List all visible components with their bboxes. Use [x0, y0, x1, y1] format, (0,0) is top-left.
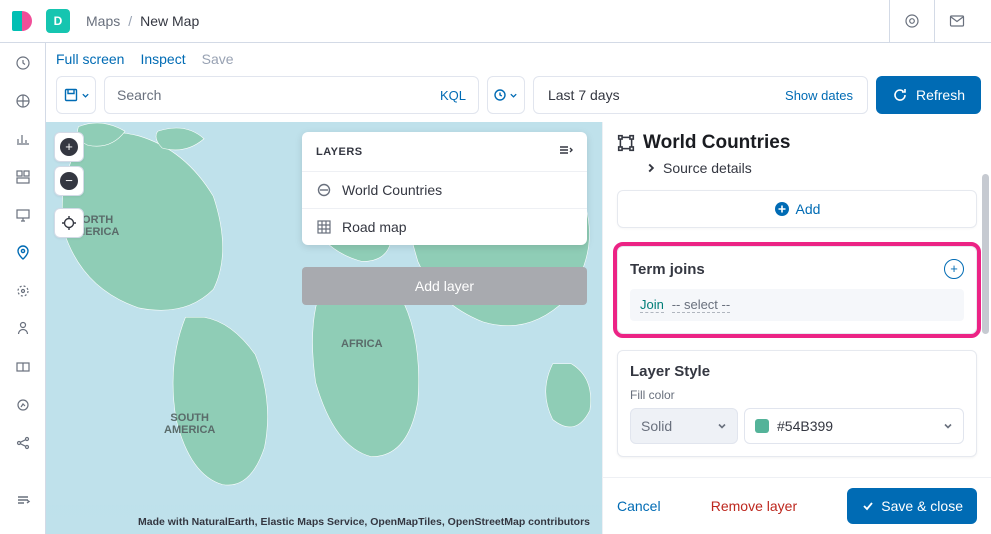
scrollbar-thumb[interactable] — [982, 174, 989, 334]
fit-bounds-button[interactable] — [54, 208, 84, 238]
nav-collapse-icon[interactable] — [13, 490, 33, 510]
breadcrumb-current: New Map — [140, 13, 199, 29]
grid-icon — [316, 219, 332, 235]
map-label-africa: AFRICA — [341, 338, 383, 350]
query-bar: Search KQL Last 7 days Show dates Refres… — [46, 76, 991, 122]
search-input[interactable]: Search KQL — [104, 76, 479, 114]
breadcrumb-root[interactable]: Maps — [86, 13, 120, 29]
search-placeholder: Search — [117, 87, 161, 103]
nav-dashboard-icon[interactable] — [13, 167, 33, 187]
save-and-close-button[interactable]: Save & close — [847, 488, 977, 524]
add-layer-button[interactable]: Add layer — [302, 267, 587, 305]
add-tooltip-field-button[interactable]: Add — [617, 190, 977, 228]
time-quick-button[interactable] — [487, 76, 525, 114]
nav-visualize-icon[interactable] — [13, 129, 33, 149]
join-select-placeholder: -- select -- — [672, 297, 731, 313]
layer-settings-panel: World Countries Source details Add Te — [602, 122, 991, 534]
fill-type-select[interactable]: Solid — [630, 408, 738, 444]
fill-color-picker[interactable]: #54B399 — [744, 408, 964, 444]
panel-footer: Cancel Remove layer Save & close — [603, 477, 991, 534]
refresh-button[interactable]: Refresh — [876, 76, 981, 114]
check-icon — [861, 499, 875, 513]
show-dates-link[interactable]: Show dates — [785, 88, 853, 103]
collapse-layers-icon[interactable] — [557, 142, 573, 161]
polygon-icon — [316, 182, 332, 198]
app-toolbar: Full screen Inspect Save — [46, 43, 991, 76]
join-keyword: Join — [640, 297, 664, 313]
map-label-south-america: SOUTHAMERICA — [164, 412, 215, 436]
nav-recent-icon[interactable] — [13, 53, 33, 73]
chevron-right-icon — [645, 162, 657, 174]
zoom-controls: + − — [54, 132, 84, 238]
newsfeed-icon[interactable] — [890, 0, 934, 43]
plus-circle-icon — [774, 201, 790, 217]
zoom-out-button[interactable]: − — [54, 166, 84, 196]
nav-ml-icon[interactable] — [13, 281, 33, 301]
topbar: D Maps / New Map — [0, 0, 991, 43]
fill-color-label: Fill color — [630, 388, 964, 402]
breadcrumb: Maps / New Map — [86, 13, 199, 29]
remove-layer-link[interactable]: Remove layer — [711, 498, 797, 514]
mail-icon[interactable] — [935, 0, 979, 43]
layers-panel: LAYERS World Countries Road map — [302, 132, 587, 245]
inspect-link[interactable]: Inspect — [140, 51, 185, 67]
left-nav-rail — [0, 43, 46, 534]
panel-title: World Countries — [643, 132, 790, 154]
nav-discover-icon[interactable] — [13, 91, 33, 111]
chevron-down-icon — [717, 421, 727, 431]
chevron-down-icon — [943, 421, 953, 431]
layers-heading: LAYERS — [316, 146, 363, 158]
full-screen-link[interactable]: Full screen — [56, 51, 124, 67]
add-join-button[interactable]: + — [944, 259, 964, 279]
term-joins-title: Term joins — [630, 261, 705, 278]
map-attribution: Made with NaturalEarth, Elastic Maps Ser… — [138, 516, 590, 528]
breadcrumb-separator: / — [128, 13, 132, 29]
color-swatch — [755, 419, 769, 433]
bounding-box-icon — [617, 134, 635, 152]
nav-infra-icon[interactable] — [13, 319, 33, 339]
nav-canvas-icon[interactable] — [13, 205, 33, 225]
save-link-disabled: Save — [202, 51, 234, 67]
layer-style-title: Layer Style — [630, 363, 964, 380]
layer-item-label: Road map — [342, 219, 407, 235]
time-range-text: Last 7 days — [548, 87, 620, 103]
term-joins-card: Term joins + Join -- select -- — [617, 246, 977, 334]
kql-toggle[interactable]: KQL — [440, 88, 466, 103]
saved-query-button[interactable] — [56, 76, 96, 114]
layer-item[interactable]: World Countries — [302, 171, 587, 208]
nav-maps-icon[interactable] — [13, 243, 33, 263]
cancel-link[interactable]: Cancel — [617, 498, 661, 514]
nav-graph-icon[interactable] — [13, 433, 33, 453]
nav-logs-icon[interactable] — [13, 357, 33, 377]
zoom-in-button[interactable]: + — [54, 132, 84, 162]
nav-apm-icon[interactable] — [13, 395, 33, 415]
layer-item-label: World Countries — [342, 182, 442, 198]
kibana-logo[interactable] — [12, 11, 32, 31]
layer-style-card: Layer Style Fill color Solid #54B399 — [617, 350, 977, 457]
layer-item[interactable]: Road map — [302, 208, 587, 245]
space-selector[interactable]: D — [46, 9, 70, 33]
map-canvas[interactable]: NORTHAMERICA SOUTHAMERICA AFRICA EUROPE … — [46, 122, 602, 534]
time-range-display[interactable]: Last 7 days Show dates — [533, 76, 868, 114]
source-details-toggle[interactable]: Source details — [645, 160, 973, 176]
join-preview[interactable]: Join -- select -- — [630, 289, 964, 321]
